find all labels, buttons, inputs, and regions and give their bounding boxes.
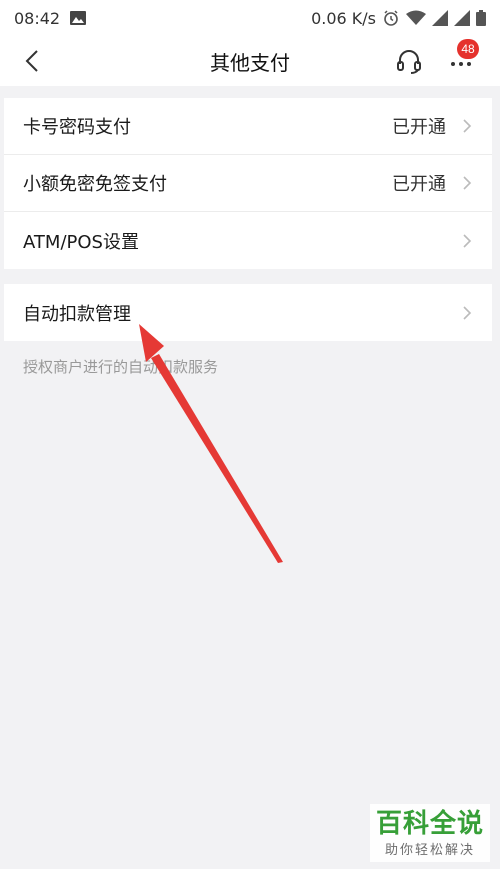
chevron-right-icon [463,119,472,133]
auto-debit-management-row[interactable]: 自动扣款管理 [4,284,492,341]
row-label: ATM/POS设置 [23,231,139,253]
chevron-right-icon [463,305,472,320]
notification-badge: 48 [457,39,479,59]
status-time: 08:42 [14,8,61,28]
row-status: 已开通 [392,174,446,195]
row-label: 小额免密免签支付 [23,174,167,195]
small-amount-nopassword-row[interactable]: 小额免密免签支付 已开通 [4,155,492,212]
image-notification-icon [70,11,87,25]
payment-settings-group: 卡号密码支付 已开通 小额免密免签支付 已开通 ATM/POS设置 [4,98,492,269]
wifi-icon [406,10,426,25]
auto-debit-hint: 授权商户进行的自动扣款服务 [23,358,219,376]
chevron-right-icon [463,233,472,248]
card-password-payment-row[interactable]: 卡号密码支付 已开通 [4,98,492,155]
customer-service-button[interactable] [394,46,424,76]
screen: 08:42 0.06 K/s 其他支付 48 卡号密码支付 已开通 小额免密免签… [0,0,500,869]
auto-debit-group: 自动扣款管理 [4,284,492,341]
watermark-logo: 百科全说 助你轻松解决 [370,804,490,862]
battery-icon [476,10,486,26]
row-label: 卡号密码支付 [23,117,131,138]
alarm-icon [384,10,398,26]
row-label: 自动扣款管理 [23,303,131,325]
network-speed: 0.06 K/s [311,8,376,28]
back-button[interactable] [18,46,48,76]
watermark-subtitle: 助你轻松解决 [384,842,475,858]
atm-pos-settings-row[interactable]: ATM/POS设置 [4,212,492,269]
page-title: 其他支付 [210,50,290,75]
headset-icon [397,50,421,74]
signal-2-icon [454,10,470,26]
chevron-right-icon [463,176,472,190]
signal-icon [432,10,448,26]
chevron-left-icon [25,50,38,72]
row-status: 已开通 [392,117,446,138]
watermark-title: 百科全说 [375,808,484,839]
nav-bar: 其他支付 [0,36,500,86]
status-bar: 08:42 0.06 K/s [0,0,500,36]
